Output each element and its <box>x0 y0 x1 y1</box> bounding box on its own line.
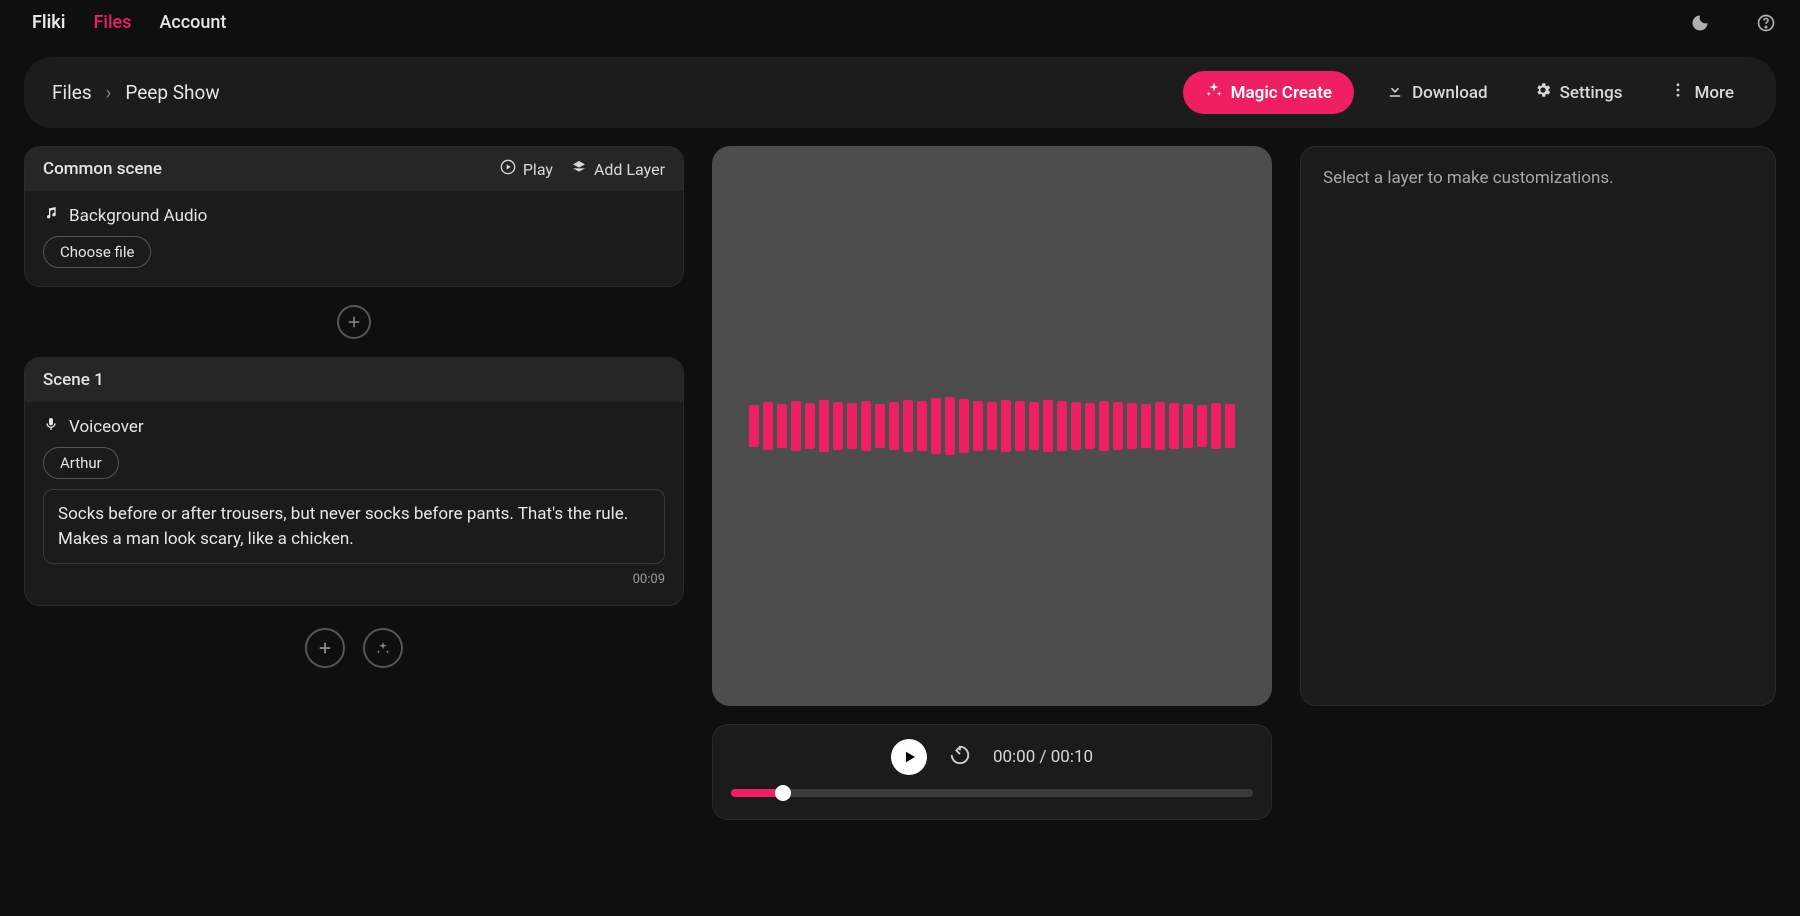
preview-canvas[interactable] <box>712 146 1272 706</box>
voiceover-label: Voiceover <box>69 417 144 437</box>
voice-selector[interactable]: Arthur <box>43 447 119 479</box>
play-icon <box>500 159 516 179</box>
player-bar: 00:00 / 00:10 <box>712 724 1272 820</box>
scene-duration: 00:09 <box>43 572 665 587</box>
inspector-placeholder: Select a layer to make customizations. <box>1323 168 1614 188</box>
waveform-icon <box>749 397 1235 455</box>
scene-1-card: Scene 1 Voiceover Arthur Socks before or… <box>24 357 684 606</box>
more-vertical-icon <box>1669 81 1687 104</box>
microphone-icon <box>43 416 59 437</box>
theme-toggle-icon[interactable] <box>1690 13 1710 33</box>
add-scene-between-button[interactable] <box>337 305 371 339</box>
brand-label: Fliki <box>32 12 65 33</box>
add-magic-scene-button[interactable] <box>363 628 403 668</box>
play-pause-button[interactable] <box>891 739 927 775</box>
common-scene-title: Common scene <box>43 159 482 179</box>
scene-1-title: Scene 1 <box>43 370 665 390</box>
inspector-panel: Select a layer to make customizations. <box>1300 146 1776 706</box>
breadcrumb: Files › Peep Show <box>52 81 220 104</box>
brand[interactable]: Fliki <box>24 12 65 33</box>
chevron-right-icon: › <box>106 81 112 104</box>
download-icon <box>1386 81 1404 104</box>
background-audio-layer[interactable]: Background Audio <box>43 205 665 226</box>
breadcrumb-toolbar: Files › Peep Show Magic Create Download … <box>24 57 1776 128</box>
more-button[interactable]: More <box>1655 73 1748 112</box>
breadcrumb-project: Peep Show <box>125 81 219 104</box>
gear-icon <box>1534 81 1552 104</box>
music-note-icon <box>43 205 59 226</box>
timecode: 00:00 / 00:10 <box>993 747 1093 767</box>
nav-account[interactable]: Account <box>159 12 226 33</box>
add-layer-label: Add Layer <box>594 160 665 179</box>
script-input[interactable]: Socks before or after trousers, but neve… <box>43 489 665 564</box>
magic-create-label: Magic Create <box>1231 83 1332 103</box>
help-icon[interactable] <box>1756 13 1776 33</box>
add-scene-button[interactable] <box>305 628 345 668</box>
play-button[interactable]: Play <box>500 159 553 179</box>
add-layer-button[interactable]: Add Layer <box>571 159 665 179</box>
download-label: Download <box>1412 83 1488 103</box>
common-scene-card: Common scene Play Add Layer <box>24 146 684 287</box>
voiceover-layer[interactable]: Voiceover <box>43 416 665 437</box>
nav-files[interactable]: Files <box>93 12 131 33</box>
progress-thumb[interactable] <box>775 785 791 801</box>
sparkle-icon <box>1205 81 1223 104</box>
settings-label: Settings <box>1560 83 1623 103</box>
replay-button[interactable] <box>949 744 971 770</box>
layers-icon <box>571 159 587 179</box>
progress-bar[interactable] <box>731 789 1253 797</box>
choose-file-button[interactable]: Choose file <box>43 236 151 268</box>
magic-create-button[interactable]: Magic Create <box>1183 71 1354 114</box>
breadcrumb-root[interactable]: Files <box>52 81 92 104</box>
settings-button[interactable]: Settings <box>1520 73 1637 112</box>
download-button[interactable]: Download <box>1372 73 1502 112</box>
play-label: Play <box>523 160 553 179</box>
background-audio-label: Background Audio <box>69 206 207 226</box>
more-label: More <box>1695 83 1734 103</box>
